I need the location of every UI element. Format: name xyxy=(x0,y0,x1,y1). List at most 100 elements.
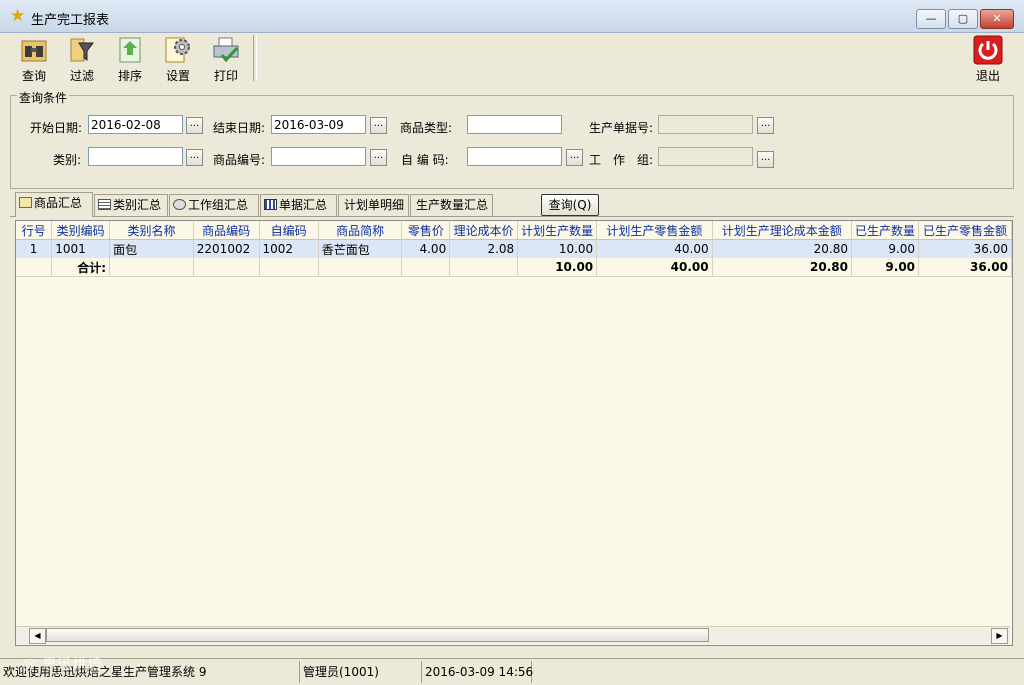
exit-label: 退出 xyxy=(975,69,1000,83)
toolbar-label: 过滤 xyxy=(69,69,94,83)
start-date-input[interactable] xyxy=(88,115,183,134)
self-code-picker-button[interactable]: ... xyxy=(566,149,583,166)
watermark: @ 思迅烘焙 xyxy=(22,657,103,673)
query-button[interactable]: 查询(Q) xyxy=(541,194,599,216)
table-cell xyxy=(259,258,319,277)
title-bar xyxy=(0,0,1024,33)
order-no-input[interactable] xyxy=(658,115,753,134)
toolbar-query-button[interactable]: 查询 xyxy=(12,33,56,85)
scroll-left-arrow-icon[interactable]: ◀ xyxy=(29,628,46,644)
category-input[interactable] xyxy=(88,147,183,166)
star-icon: ★ xyxy=(10,6,26,26)
scroll-right-arrow-icon[interactable]: ▶ xyxy=(991,628,1008,644)
toolbar-print-button[interactable]: 打印 xyxy=(204,33,248,85)
horizontal-scrollbar[interactable]: ◀ ▶ xyxy=(16,626,1010,644)
table-cell: 10.00 xyxy=(517,258,598,277)
product-code-input[interactable] xyxy=(271,147,366,166)
table-cell: 4.00 xyxy=(401,239,451,258)
work-group-label: 工 作 组: xyxy=(589,153,654,167)
column-header[interactable]: 计划生产数量 xyxy=(517,221,598,240)
tab-production-qty-summary[interactable]: 生产数量汇总 xyxy=(410,194,493,216)
end-date-label: 结束日期: xyxy=(213,121,266,135)
table-cell: 香芒面包 xyxy=(318,239,403,258)
tab-document-summary[interactable]: 单据汇总 xyxy=(260,194,337,216)
column-header[interactable]: 商品编码 xyxy=(193,221,260,240)
printer-icon xyxy=(213,37,239,63)
tab-product-summary[interactable]: 商品汇总 xyxy=(15,192,93,217)
column-header[interactable]: 理论成本价 xyxy=(449,221,519,240)
list-icon xyxy=(98,199,111,210)
table-row[interactable]: 1 1001 面包 2201002 1002 香芒面包 4.00 2.08 10… xyxy=(16,239,1012,258)
data-grid[interactable]: 行号 类别编码 类别名称 商品编码 自编码 商品简称 零售价 理论成本价 计划生… xyxy=(15,220,1013,646)
maximize-button[interactable]: ▢ xyxy=(948,9,978,29)
category-picker-button[interactable]: ... xyxy=(186,149,203,166)
toolbar-label: 查询 xyxy=(21,69,46,83)
minimize-button[interactable]: — xyxy=(916,9,946,29)
toolbar-separator xyxy=(253,35,257,81)
self-code-label: 自 编 码: xyxy=(401,153,449,167)
end-date-picker-button[interactable]: ... xyxy=(370,117,387,134)
table-header-row: 行号 类别编码 类别名称 商品编码 自编码 商品简称 零售价 理论成本价 计划生… xyxy=(16,221,1012,240)
column-header[interactable]: 类别名称 xyxy=(109,221,194,240)
table-cell: 面包 xyxy=(109,239,194,258)
order-no-picker-button[interactable]: ... xyxy=(757,117,774,134)
window-title: 生产完工报表 xyxy=(31,13,110,28)
end-date-input[interactable] xyxy=(271,115,366,134)
column-header[interactable]: 计划生产零售金额 xyxy=(596,221,713,240)
toolbar-filter-button[interactable]: 过滤 xyxy=(60,33,104,85)
column-header[interactable]: 计划生产理论成本金额 xyxy=(712,221,853,240)
close-button[interactable]: ✕ xyxy=(980,9,1014,29)
toolbar-settings-button[interactable]: 设置 xyxy=(156,33,200,85)
query-conditions-group xyxy=(10,95,1014,189)
product-code-picker-button[interactable]: ... xyxy=(370,149,387,166)
table-cell xyxy=(193,258,260,277)
product-code-label: 商品编号: xyxy=(213,153,266,167)
column-header[interactable]: 自编码 xyxy=(259,221,319,240)
filter-icon xyxy=(70,38,94,62)
query-conditions-title: 查询条件 xyxy=(17,89,70,106)
gear-icon xyxy=(165,37,190,63)
exit-button[interactable]: 退出 xyxy=(966,33,1010,85)
table-cell xyxy=(449,258,519,277)
table-cell: 20.80 xyxy=(712,258,853,277)
table-cell: 9.00 xyxy=(851,258,920,277)
column-header[interactable]: 已生产数量 xyxy=(851,221,920,240)
table-cell: 1001 xyxy=(51,239,111,258)
folder-icon xyxy=(19,197,32,208)
table-cell: 36.00 xyxy=(918,258,1012,277)
table-cell: 1 xyxy=(16,239,53,258)
column-header[interactable]: 商品简称 xyxy=(318,221,403,240)
work-group-picker-button[interactable]: ... xyxy=(757,151,774,168)
status-user: 管理员(1001) xyxy=(300,661,422,683)
total-label: 合计: xyxy=(51,258,111,277)
table-cell: 36.00 xyxy=(918,239,1012,258)
column-header[interactable]: 已生产零售金额 xyxy=(918,221,1012,240)
product-type-input[interactable] xyxy=(467,115,562,134)
table-cell xyxy=(401,258,451,277)
scroll-thumb[interactable] xyxy=(46,628,709,642)
tab-workgroup-summary[interactable]: 工作组汇总 xyxy=(169,194,259,216)
start-date-label: 开始日期: xyxy=(30,121,83,135)
column-header[interactable]: 类别编码 xyxy=(51,221,111,240)
tab-label: 类别汇总 xyxy=(113,198,162,212)
table-cell: 9.00 xyxy=(851,239,920,258)
start-date-picker-button[interactable]: ... xyxy=(186,117,203,134)
product-type-label: 商品类型: xyxy=(400,121,453,135)
tab-strip-border xyxy=(10,216,1014,217)
toolbar-sort-button[interactable]: 排序 xyxy=(108,33,152,85)
table-cell: 2.08 xyxy=(449,239,519,258)
tab-label: 单据汇总 xyxy=(279,198,328,212)
tab-category-summary[interactable]: 类别汇总 xyxy=(94,194,168,216)
work-group-input[interactable] xyxy=(658,147,753,166)
group-icon xyxy=(173,199,186,210)
tab-label: 商品汇总 xyxy=(34,196,83,210)
category-label: 类别: xyxy=(53,153,82,167)
binoculars-icon xyxy=(21,40,47,62)
power-icon xyxy=(973,35,1003,65)
table-cell xyxy=(109,258,194,277)
column-header[interactable]: 行号 xyxy=(16,221,53,240)
column-header[interactable]: 零售价 xyxy=(401,221,451,240)
tab-plan-detail[interactable]: 计划单明细 xyxy=(338,194,409,216)
bar-chart-icon xyxy=(264,199,277,210)
self-code-input[interactable] xyxy=(467,147,562,166)
